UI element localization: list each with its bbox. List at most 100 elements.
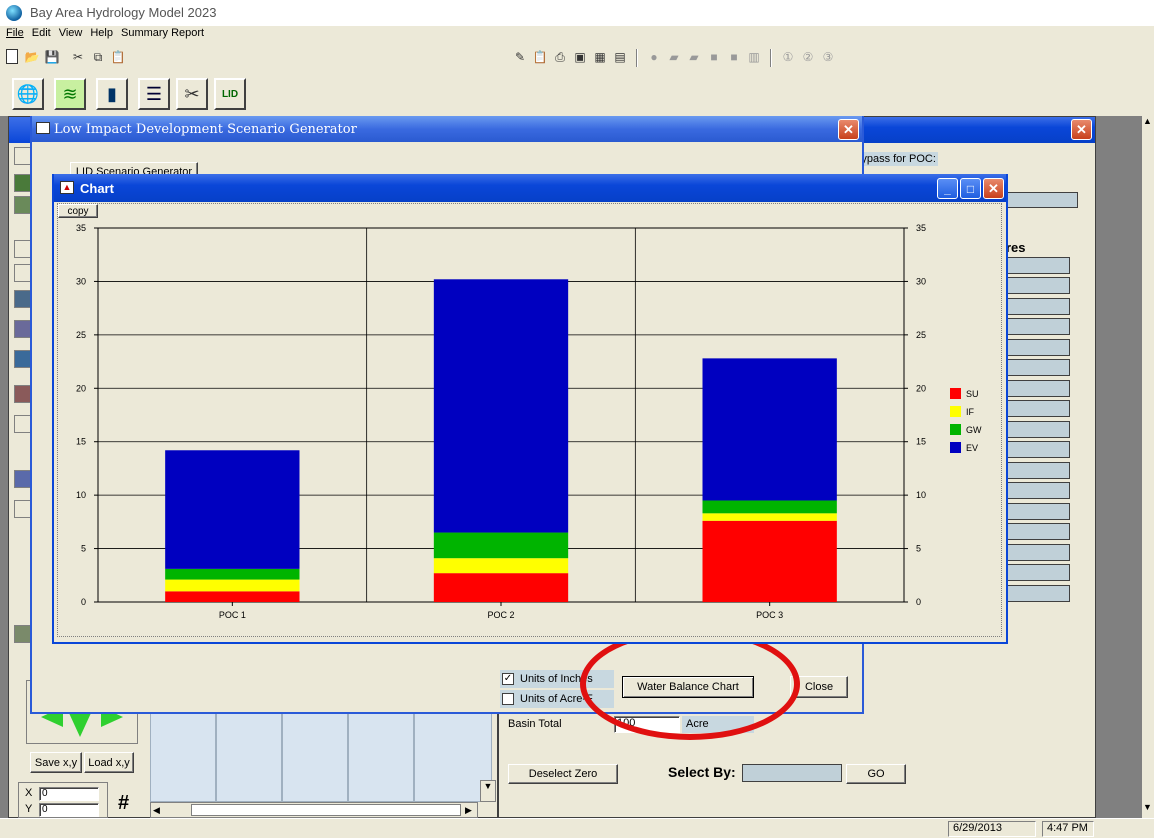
menu-view[interactable]: View [59, 27, 83, 43]
circle-icon[interactable]: ● [646, 49, 662, 65]
scroll-down-icon[interactable]: ▼ [1143, 802, 1152, 812]
menu-summary-report[interactable]: Summary Report [121, 27, 204, 43]
grid-hash-icon[interactable]: # [118, 792, 129, 815]
scroll-right-icon[interactable]: ▶ [465, 805, 472, 816]
step-two-icon[interactable]: ② [800, 49, 816, 65]
bar-segment-if [165, 579, 300, 592]
legend-label-gw: GW [966, 425, 982, 435]
main-vertical-scrollbar[interactable]: ▲ ▼ [1141, 116, 1154, 818]
step-one-icon[interactable]: ① [780, 49, 796, 65]
bar-segment-ev [702, 358, 837, 501]
vertical-scrollbar-mini[interactable]: ▼ [480, 780, 496, 802]
x-input[interactable]: 0 [39, 787, 99, 801]
bar-segment-ev [165, 450, 300, 569]
chart-window-close-button[interactable]: ✕ [983, 178, 1004, 199]
load-xy-button[interactable]: Load x,y [84, 752, 134, 773]
select-by-field[interactable] [742, 764, 842, 782]
folder-icon[interactable]: ▰ [666, 49, 682, 65]
highlight-ellipse [580, 628, 800, 740]
bar-segment-gw [165, 568, 300, 580]
bar-segment-gw [702, 500, 837, 514]
acres-field[interactable] [1004, 318, 1070, 335]
x-tick-label: POC 3 [756, 610, 783, 620]
save-xy-button[interactable]: Save x,y [30, 752, 82, 773]
maximize-button[interactable]: □ [960, 178, 981, 199]
section-heading: res [1006, 240, 1026, 255]
toolbar-separator [636, 49, 638, 67]
bypass-field[interactable] [1004, 192, 1078, 208]
acres-field[interactable] [1004, 482, 1070, 499]
arrow-down-icon[interactable] [69, 713, 91, 737]
legend-swatch-if [950, 406, 961, 417]
chart-icon[interactable]: ▤ [612, 49, 628, 65]
y-input[interactable]: 0 [39, 803, 99, 817]
menu-help[interactable]: Help [90, 27, 113, 43]
menu-file[interactable]: File [6, 27, 24, 43]
y-tick-label-left: 15 [76, 437, 86, 447]
edit-icon[interactable]: ✎ [512, 49, 528, 65]
legend-label-ev: EV [966, 443, 978, 453]
acres-field[interactable] [1004, 298, 1070, 315]
acres-field[interactable] [1004, 400, 1070, 417]
deselect-zero-button[interactable]: Deselect Zero [508, 764, 618, 784]
cut-icon[interactable]: ✂ [70, 49, 86, 65]
square-icon[interactable]: ■ [706, 49, 722, 65]
step-three-icon[interactable]: ③ [820, 49, 836, 65]
copy-button[interactable]: copy [58, 204, 98, 218]
chart-window-title: Chart [80, 181, 114, 196]
open-icon[interactable]: 📂 [24, 49, 40, 65]
print-icon[interactable]: ⎙ [552, 49, 568, 65]
graph-icon[interactable]: ▥ [746, 49, 762, 65]
scroll-up-icon[interactable]: ▲ [1143, 116, 1152, 126]
minimize-button[interactable]: _ [937, 178, 958, 199]
tools-icon[interactable]: ✂ [176, 78, 208, 110]
y-tick-label-right: 25 [916, 330, 926, 340]
schematic-icon[interactable]: ≋ [54, 78, 86, 110]
folder2-icon[interactable]: ▰ [686, 49, 702, 65]
clipboard-icon[interactable]: 📋 [532, 49, 548, 65]
map-globe-icon[interactable]: 🌐 [12, 78, 44, 110]
acres-field[interactable] [1004, 441, 1070, 458]
copy-icon[interactable]: ⧉ [90, 49, 106, 65]
bar-segment-gw [433, 532, 569, 559]
acres-field[interactable] [1004, 421, 1070, 438]
new-icon[interactable] [6, 49, 18, 64]
go-button[interactable]: GO [846, 764, 906, 784]
table-icon[interactable]: ▦ [592, 49, 608, 65]
grid-cell [150, 712, 216, 802]
acres-field[interactable] [1004, 585, 1070, 602]
acres-field[interactable] [1004, 359, 1070, 376]
scroll-thumb[interactable] [191, 804, 461, 816]
status-bar: 6/29/2013 4:47 PM [0, 818, 1154, 838]
square2-icon[interactable]: ■ [726, 49, 742, 65]
menu-bar: File Edit View Help Summary Report [0, 27, 1154, 43]
acres-field[interactable] [1004, 503, 1070, 520]
report-icon[interactable]: ☰ [138, 78, 170, 110]
acres-field[interactable] [1004, 380, 1070, 397]
menu-edit[interactable]: Edit [32, 27, 51, 43]
lid-icon[interactable]: LID [214, 78, 246, 110]
scenario-window-title: Low Impact Development Scenario Generato… [54, 122, 357, 137]
horizontal-scrollbar[interactable]: ◀ ▶ [150, 802, 478, 818]
acres-field[interactable] [1004, 257, 1070, 274]
acres-field[interactable] [1004, 277, 1070, 294]
paste-icon[interactable]: 📋 [110, 49, 126, 65]
save-icon[interactable]: 💾 [44, 49, 60, 65]
acres-field[interactable] [1004, 523, 1070, 540]
acres-field[interactable] [1004, 544, 1070, 561]
back-window-close-button[interactable]: ✕ [1071, 119, 1092, 140]
chart-window-icon: ▲ [60, 181, 74, 194]
toolbar-separator [770, 49, 772, 67]
acres-field[interactable] [1004, 462, 1070, 479]
save-disk-icon[interactable]: ▣ [572, 49, 588, 65]
units-inches-checkbox[interactable]: ✓ [502, 673, 514, 685]
acres-field[interactable] [1004, 564, 1070, 581]
x-tick-label: POC 1 [219, 610, 246, 620]
analysis-chart-icon[interactable]: ▮ [96, 78, 128, 110]
units-acre-checkbox[interactable] [502, 693, 514, 705]
bar-segment-if [702, 513, 837, 521]
bar-segment-if [433, 558, 569, 574]
scroll-left-icon[interactable]: ◀ [153, 805, 160, 816]
scenario-window-close-button[interactable]: ✕ [838, 119, 859, 140]
acres-field[interactable] [1004, 339, 1070, 356]
